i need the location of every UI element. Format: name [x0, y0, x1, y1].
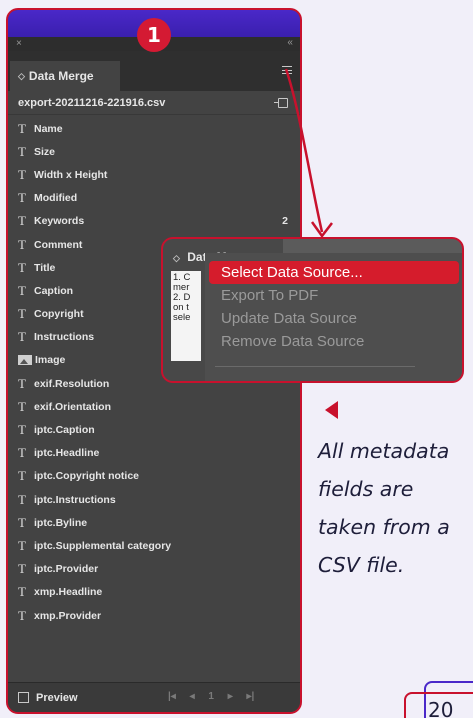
menu-item-export-to-pdf[interactable]: Export To PDF	[209, 284, 459, 307]
text-field-icon: T	[18, 514, 26, 530]
text-field-icon: T	[18, 259, 26, 275]
field-label: Title	[34, 261, 56, 274]
field-label: iptc.Headline	[34, 447, 100, 460]
field-label: Keywords	[34, 215, 85, 228]
field-row[interactable]: Tiptc.Copyright notice	[8, 465, 300, 488]
field-row[interactable]: Txmp.Headline	[8, 581, 300, 604]
text-field-icon: T	[18, 143, 26, 159]
field-label: iptc.Instructions	[34, 493, 116, 506]
field-row[interactable]: Tiptc.Instructions	[8, 488, 300, 511]
image-field-icon	[18, 355, 32, 366]
field-row[interactable]: Tiptc.Byline	[8, 511, 300, 534]
step-badge: 1	[137, 18, 171, 52]
text-field-icon: T	[18, 282, 26, 298]
field-label: iptc.Provider	[34, 563, 99, 576]
field-label: Width x Height	[34, 168, 108, 181]
text-field-icon: T	[18, 584, 26, 600]
field-count: 2	[282, 215, 288, 228]
data-source-filename: export-20211216-221916.csv	[18, 96, 166, 109]
caption-line: taken from a	[318, 515, 450, 539]
text-field-icon: T	[18, 468, 26, 484]
field-label: iptc.Copyright notice	[34, 470, 139, 483]
field-label: Caption	[34, 284, 74, 297]
field-label: xmp.Headline	[34, 586, 103, 599]
field-label: exif.Resolution	[34, 377, 110, 390]
field-label: Instructions	[34, 331, 95, 344]
text-field-icon: T	[18, 375, 26, 391]
field-row[interactable]: Tiptc.Headline	[8, 442, 300, 465]
text-field-icon: T	[18, 236, 26, 252]
tab-label: Data Merge	[28, 69, 94, 83]
text-field-icon: T	[18, 398, 26, 414]
field-label: Modified	[34, 192, 78, 205]
preview-label: Preview	[36, 691, 78, 704]
caption-line: fields are	[318, 477, 414, 501]
record-pager[interactable]: |◂ ◂ 1 ▸ ▸|	[168, 691, 254, 702]
text-field-icon: T	[18, 607, 26, 623]
caption-text: All metadata fields are taken from a CSV fi…	[318, 432, 473, 584]
corner-text: 20	[428, 698, 454, 718]
field-label: iptc.Caption	[34, 424, 95, 437]
field-label: iptc.Supplemental category	[34, 539, 172, 552]
update-source-icon[interactable]	[274, 98, 288, 108]
caption-line: All metadata	[318, 439, 450, 463]
text-field-icon: T	[18, 422, 26, 438]
field-row[interactable]: T Width x Height	[8, 163, 300, 186]
field-label: iptc.Byline	[34, 516, 88, 529]
panel-menu-icon[interactable]	[282, 66, 292, 74]
text-field-icon: T	[18, 120, 26, 136]
text-field-icon: T	[18, 491, 26, 507]
field-row[interactable]: Tiptc.Supplemental category	[8, 534, 300, 557]
caption-line: CSV file.	[318, 553, 405, 577]
text-field-icon: T	[18, 166, 26, 182]
collapse-icon[interactable]: ‹‹	[287, 37, 293, 48]
tab-arrows-icon: ◇	[18, 70, 25, 81]
field-row[interactable]: T Name	[8, 117, 300, 140]
field-label: Name	[34, 122, 63, 135]
text-field-icon: T	[18, 213, 26, 229]
text-field-icon: T	[18, 190, 26, 206]
panel-flyout-menu: Select Data Source... Export To PDF Update…	[205, 253, 462, 381]
caption-marker-icon	[325, 401, 338, 419]
tab-data-merge[interactable]: ◇ Data Merge	[10, 61, 120, 91]
menu-item-remove-data-source[interactable]: Remove Data Source	[209, 330, 459, 353]
field-row[interactable]: T Keywords 2	[8, 210, 300, 233]
text-field-icon: T	[18, 561, 26, 577]
tab-row: ◇ Data Merge	[8, 51, 300, 91]
text-field-icon: T	[18, 537, 26, 553]
field-row[interactable]: T Size	[8, 140, 300, 163]
menu-item-update-data-source[interactable]: Update Data Source	[209, 307, 459, 330]
text-field-icon: T	[18, 329, 26, 345]
close-icon[interactable]: ×	[16, 38, 22, 49]
field-row[interactable]: Tiptc.Caption	[8, 418, 300, 441]
field-label: xmp.Provider	[34, 609, 102, 622]
popup-tab-arrows-icon: ◇	[173, 253, 180, 263]
field-label: Size	[34, 145, 56, 158]
menu-item-select-data-source[interactable]: Select Data Source...	[209, 261, 459, 284]
instruction-line: sele	[173, 312, 191, 323]
data-source-row: export-20211216-221916.csv	[8, 91, 300, 115]
field-label: Image	[35, 354, 66, 367]
bottom-bar: Preview |◂ ◂ 1 ▸ ▸|	[8, 682, 300, 712]
field-label: exif.Orientation	[34, 400, 112, 413]
text-field-icon: T	[18, 445, 26, 461]
preview-checkbox[interactable]	[18, 692, 29, 703]
field-row[interactable]: Texif.Orientation	[8, 395, 300, 418]
field-label: Comment	[34, 238, 83, 251]
field-row[interactable]: T Modified	[8, 187, 300, 210]
menu-separator	[215, 366, 415, 367]
field-label: Copyright	[34, 308, 84, 321]
popup-menu-callout: ◇ Data Me 1. Cmer2. Don tsele Select Dat…	[161, 237, 464, 383]
popup-instructions-text: 1. Cmer 2. Don t sele	[171, 271, 201, 361]
field-row[interactable]: Txmp.Provider	[8, 604, 300, 627]
field-row[interactable]: Tiptc.Provider	[8, 558, 300, 581]
text-field-icon: T	[18, 306, 26, 322]
